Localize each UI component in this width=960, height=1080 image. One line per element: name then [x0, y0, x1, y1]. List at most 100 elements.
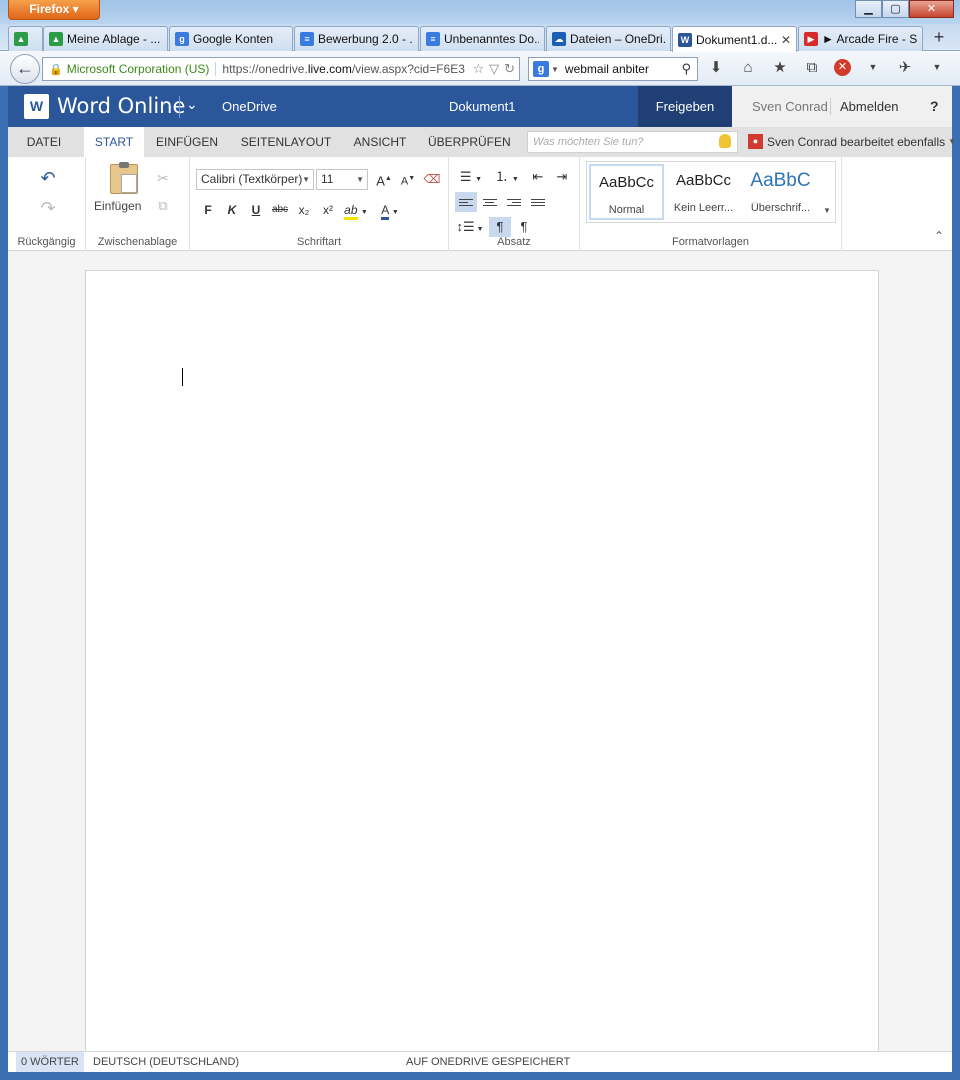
undo-icon[interactable]: ↶ [38, 169, 58, 187]
new-tab-button[interactable]: + [928, 27, 950, 49]
search-bar[interactable]: g ▼ webmail anbiter ⚲ [528, 57, 698, 81]
highlight-button[interactable]: ab ▼ [342, 200, 370, 220]
reload-icon[interactable]: ↻ [504, 61, 515, 77]
decrease-indent-icon[interactable]: ⇤ [527, 167, 549, 187]
browser-tab-google-drive-pinned[interactable]: ▲ [8, 26, 43, 51]
overflow-dropdown-icon[interactable]: ▼ [927, 62, 947, 72]
onedrive-breadcrumb[interactable]: OneDrive [222, 99, 277, 114]
tab-seitenlayout[interactable]: SEITENLAYOUT [238, 127, 334, 157]
style-normal[interactable]: AaBbCc Normal [589, 164, 664, 220]
grow-font-button[interactable]: A▲ [374, 169, 394, 189]
paste-button[interactable]: Einfügen [86, 157, 146, 223]
logout-link[interactable]: Abmelden [840, 99, 899, 114]
browser-navbar: ← 🔒 Microsoft Corporation (US) https://o… [0, 51, 960, 86]
line-spacing-button[interactable]: ↕☰ ▼ [455, 217, 485, 237]
bullet-list-button[interactable]: ☰ ▼ [455, 167, 487, 187]
tab-ansicht[interactable]: ANSICHT [350, 127, 410, 157]
maximize-button[interactable]: ▢ [882, 0, 909, 18]
styles-more-icon[interactable]: ▼ [823, 206, 831, 215]
bold-button[interactable]: F [198, 200, 218, 220]
font-size-select[interactable]: 11 ▼ [316, 169, 368, 190]
minimize-button[interactable]: ▁ [855, 0, 882, 18]
tab-start[interactable]: START [84, 127, 144, 157]
scissors-icon[interactable]: ✂ [154, 169, 172, 187]
style-heading1[interactable]: AaBbC Überschrif... [743, 164, 818, 220]
google-docs-icon: ≡ [300, 32, 314, 46]
browser-tab-dokument1[interactable]: W Dokument1.d... ✕ [672, 26, 797, 52]
stop-icon[interactable]: ✕ [834, 58, 851, 76]
app-name[interactable]: Word Online [57, 94, 185, 118]
site-identity[interactable]: Microsoft Corporation (US) [67, 62, 217, 76]
url-text[interactable]: https://onedrive.live.com/view.aspx?cid=… [216, 62, 467, 76]
close-window-button[interactable]: ✕ [909, 0, 954, 18]
align-left-icon[interactable] [455, 192, 477, 212]
rtl-direction-button[interactable]: ¶ [513, 217, 535, 237]
browser-tab-bewerbung[interactable]: ≡ Bewerbung 2.0 - ... [294, 26, 419, 51]
tab-label: Dateien – OneDri... [570, 32, 665, 46]
ltr-direction-button[interactable]: ¶ [489, 217, 511, 237]
group-paragraph: ☰ ▼ ⒈ ▼ ⇤ ⇥ ↕☰ ▼ ¶ ¶ Absatz [449, 157, 580, 251]
font-size-value: 11 [321, 172, 334, 186]
browser-tab-unbenanntes-dokument[interactable]: ≡ Unbenanntes Do... [420, 26, 545, 51]
align-center-icon[interactable] [479, 192, 501, 212]
url-bar[interactable]: 🔒 Microsoft Corporation (US) https://one… [42, 57, 520, 81]
help-button[interactable]: ? [930, 98, 939, 114]
chevron-down-icon[interactable]: ⌄ [186, 96, 198, 113]
bookmark-star-icon[interactable]: ☆ [472, 61, 484, 77]
increase-indent-icon[interactable]: ⇥ [551, 167, 573, 187]
align-right-icon[interactable] [503, 192, 525, 212]
style-sample: AaBbCc [598, 174, 655, 191]
style-sample: AaBbC [750, 170, 811, 191]
superscript-button[interactable]: x² [318, 200, 338, 220]
tab-ueberpruefen[interactable]: ÜBERPRÜFEN [428, 127, 511, 157]
addon-icon[interactable]: ✈ [895, 58, 915, 76]
strikethrough-button[interactable]: abc [270, 200, 290, 220]
numbered-list-button[interactable]: ⒈ ▼ [491, 167, 523, 187]
document-page[interactable] [85, 270, 879, 1060]
browser-tab-meine-ablage[interactable]: ▲ Meine Ablage - ... [43, 26, 168, 51]
menu-dropdown-icon[interactable]: ▼ [863, 62, 883, 72]
browser-tab-google-konten[interactable]: g Google Konten [169, 26, 293, 51]
coauthor-indicator[interactable]: ● Sven Conrad bearbeitet ebenfalls ▼ [748, 134, 956, 149]
back-button[interactable]: ← [10, 54, 40, 84]
search-input[interactable]: webmail anbiter [565, 62, 682, 76]
clear-formatting-icon[interactable]: ⌫ [422, 169, 442, 189]
history-dropdown-icon[interactable]: ▽ [489, 61, 499, 77]
collapse-ribbon-icon[interactable]: ⌃ [934, 229, 944, 243]
share-button[interactable]: Freigeben [638, 86, 732, 127]
close-tab-icon[interactable]: ✕ [777, 33, 791, 47]
language-indicator[interactable]: DEUTSCH (DEUTSCHLAND) [93, 1052, 239, 1072]
tell-me-input[interactable]: Was möchten Sie tun? [527, 131, 738, 153]
shrink-font-button[interactable]: A▼ [398, 169, 418, 189]
redo-icon[interactable]: ↷ [38, 199, 58, 217]
document-title[interactable]: Dokument1 [449, 99, 515, 114]
user-name[interactable]: Sven Conrad [752, 99, 828, 114]
firefox-menu-label: Firefox [29, 2, 70, 16]
tab-label: ► Arcade Fire - S... [822, 32, 917, 46]
save-status: AUF ONEDRIVE GESPEICHERT [406, 1056, 571, 1068]
home-icon[interactable]: ⌂ [738, 59, 758, 76]
downloads-icon[interactable]: ⬇ [706, 58, 726, 76]
font-name-select[interactable]: Calibri (Textkörper) ▼ [196, 169, 314, 190]
status-bar: 0 WÖRTER DEUTSCH (DEUTSCHLAND) AUF ONEDR… [8, 1051, 952, 1072]
toolbar-icons: ⬇ ⌂ ★ ⧉ ✕ ▼ ✈ ▼ [706, 58, 959, 76]
word-count[interactable]: 0 WÖRTER [16, 1052, 84, 1072]
subscript-button[interactable]: x₂ [294, 200, 314, 220]
word-logo-icon[interactable]: W [24, 94, 49, 119]
screenshot-addon-icon[interactable]: ⧉ [802, 59, 822, 76]
firefox-menu-button[interactable]: Firefox ▾ [8, 0, 100, 20]
copy-icon[interactable]: ⧉ [154, 197, 172, 215]
browser-tab-arcade-fire[interactable]: ▶ ► Arcade Fire - S... [798, 26, 923, 51]
tab-einfuegen[interactable]: EINFÜGEN [154, 127, 220, 157]
search-icon[interactable]: ⚲ [681, 61, 691, 77]
italic-button[interactable]: K [222, 200, 242, 220]
browser-tab-onedrive-dateien[interactable]: ☁ Dateien – OneDri... [546, 26, 671, 51]
bookmarks-menu-icon[interactable]: ★ [770, 58, 790, 76]
justify-icon[interactable] [527, 192, 549, 212]
underline-button[interactable]: U [246, 200, 266, 220]
style-no-spacing[interactable]: AaBbCc Kein Leerr... [666, 164, 741, 220]
tab-datei[interactable]: DATEI [16, 127, 72, 157]
google-search-engine-icon[interactable]: g [533, 61, 549, 77]
search-engine-dropdown-icon[interactable]: ▼ [551, 65, 559, 74]
font-color-button[interactable]: A ▼ [376, 200, 404, 220]
